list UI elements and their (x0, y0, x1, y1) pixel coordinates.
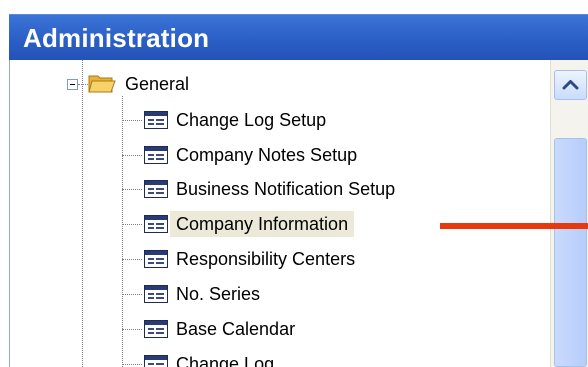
tree-area: General Change Log Setup Company Notes S… (9, 60, 588, 367)
scroll-up-button[interactable] (554, 70, 587, 100)
chevron-up-icon (562, 80, 579, 90)
tree-guide-line (82, 60, 83, 367)
tree-item-label: Company Notes Setup (176, 145, 358, 165)
navigation-tree: General Change Log Setup Company Notes S… (10, 60, 550, 367)
tree-item-label: No. Series (176, 284, 261, 304)
top-border (0, 0, 588, 6)
panel-header: Administration (9, 14, 588, 61)
form-window-icon (144, 146, 168, 164)
tree-item-label: Base Calendar (176, 319, 296, 339)
tree-item-label-selected: Company Information (170, 211, 355, 237)
form-window-icon (144, 180, 168, 198)
tree-connector (122, 189, 142, 190)
tree-item-label: Responsibility Centers (176, 249, 356, 269)
tree-guide-line (122, 96, 123, 367)
form-window-icon (144, 215, 168, 233)
tree-connector (122, 120, 142, 121)
tree-connector (122, 224, 142, 225)
form-window-icon (144, 285, 168, 303)
tree-item-label: Change Log (176, 354, 275, 367)
scroll-thumb[interactable] (554, 138, 587, 367)
tree-connector (122, 294, 142, 295)
open-folder-icon (88, 75, 116, 93)
tree-item-label: Business Notification Setup (176, 179, 396, 199)
tree-node-general[interactable]: General (125, 71, 189, 97)
panel-title: Administration (23, 23, 210, 53)
tree-item-label: Change Log Setup (176, 110, 327, 130)
annotation-arrow (440, 223, 588, 229)
minus-expander-icon[interactable] (67, 79, 78, 90)
tree-connector (122, 329, 142, 330)
form-window-icon (144, 320, 168, 338)
form-window-icon (144, 250, 168, 268)
form-window-icon (144, 111, 168, 129)
form-window-icon (144, 355, 168, 367)
tree-connector (122, 364, 142, 365)
tree-connector (122, 155, 142, 156)
administration-panel: Administration General Change Log Setup … (0, 0, 588, 367)
vertical-scrollbar[interactable] (550, 60, 588, 367)
tree-connector (78, 84, 88, 85)
tree-connector (122, 259, 142, 260)
